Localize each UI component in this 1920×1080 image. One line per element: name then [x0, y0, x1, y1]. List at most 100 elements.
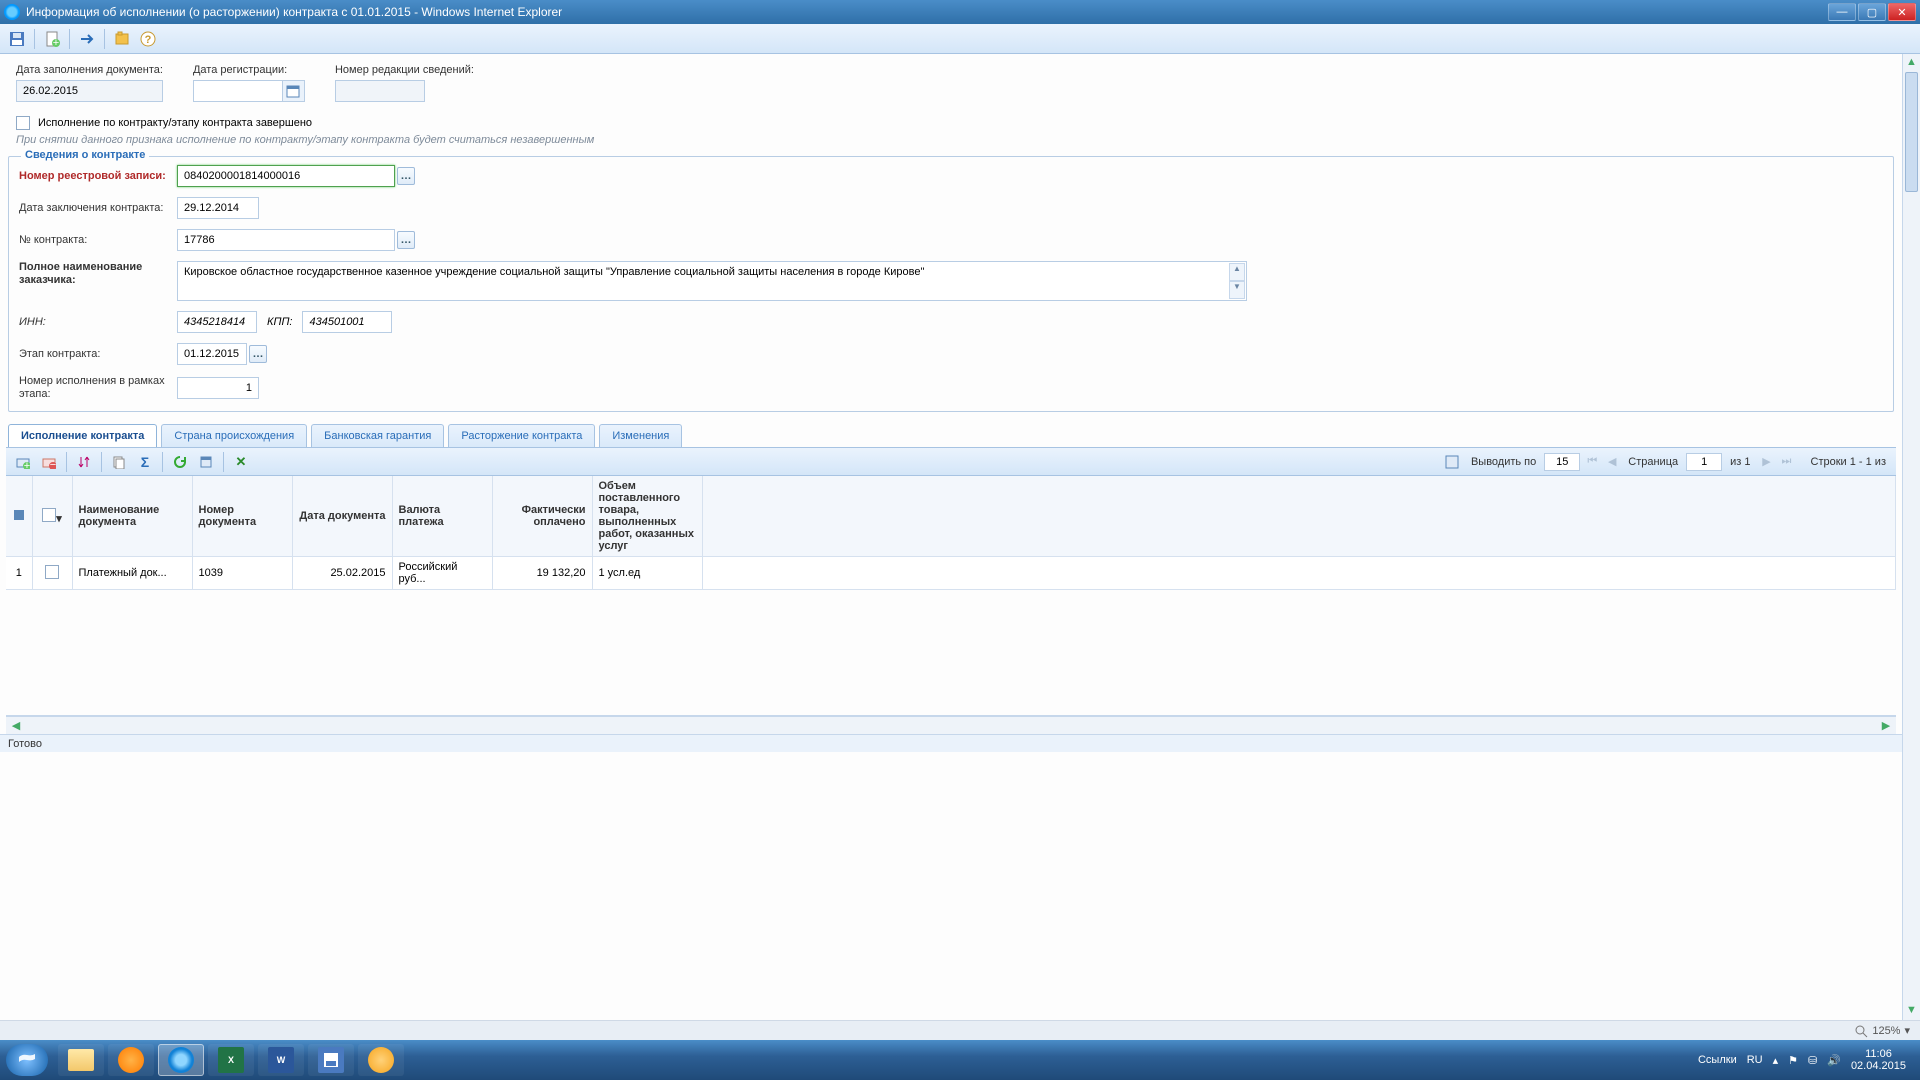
row-docnum: 1039: [192, 557, 292, 590]
attachments-icon[interactable]: [111, 28, 133, 50]
new-doc-icon[interactable]: +: [41, 28, 63, 50]
output-per-page-input[interactable]: [1544, 453, 1580, 471]
reg-num-input[interactable]: [177, 165, 395, 187]
stage-field: 01.12.2015: [177, 343, 247, 365]
stage-lookup-button[interactable]: …: [249, 345, 267, 363]
scroll-up-icon[interactable]: ▲: [1903, 54, 1920, 72]
kpp-input[interactable]: [302, 311, 392, 333]
template-icon[interactable]: [195, 451, 217, 473]
grid-wrapper: ▾ Наименование документа Номер документа…: [6, 476, 1896, 716]
inn-input[interactable]: [177, 311, 257, 333]
copy-icon[interactable]: [108, 451, 130, 473]
row-docdate: 25.02.2015: [292, 557, 392, 590]
grid-header-docdate[interactable]: Дата документа: [292, 476, 392, 557]
zoom-icon: [1854, 1024, 1868, 1038]
sum-icon[interactable]: Σ: [134, 451, 156, 473]
refresh-icon[interactable]: [169, 451, 191, 473]
taskbar-excel[interactable]: X: [208, 1044, 254, 1076]
app-toolbar: + ?: [0, 24, 1920, 54]
excel-export-icon[interactable]: ✕: [230, 451, 252, 473]
scroll-right-icon[interactable]: ▶: [1878, 719, 1894, 732]
settings-icon[interactable]: [1441, 451, 1463, 473]
start-button[interactable]: [6, 1044, 48, 1076]
row-paid: 19 132,20: [492, 557, 592, 590]
close-button[interactable]: ✕: [1888, 3, 1916, 21]
contract-num-input[interactable]: [177, 229, 395, 251]
grid-header-paid[interactable]: Фактически оплачено: [492, 476, 592, 557]
tray-flag-icon[interactable]: ⚑: [1788, 1054, 1798, 1067]
save-icon[interactable]: [6, 28, 28, 50]
taskbar-wmp[interactable]: [108, 1044, 154, 1076]
customer-spin-buttons[interactable]: ▲▼: [1229, 263, 1245, 299]
tray-language[interactable]: RU: [1747, 1054, 1763, 1066]
row-checkbox[interactable]: [32, 557, 72, 590]
contract-date-label: Дата заключения контракта:: [19, 202, 169, 215]
data-grid: ▾ Наименование документа Номер документа…: [6, 476, 1896, 590]
grid-header-volume[interactable]: Объем поставленного товара, выполненных …: [592, 476, 702, 557]
grid-header-docname[interactable]: Наименование документа: [72, 476, 192, 557]
inn-label: ИНН:: [19, 316, 169, 329]
minimize-button[interactable]: —: [1828, 3, 1856, 21]
sort-icon[interactable]: [73, 451, 95, 473]
tray-network-icon[interactable]: ⛁: [1808, 1054, 1817, 1067]
svg-text:?: ?: [145, 34, 152, 46]
add-row-icon[interactable]: +: [12, 451, 34, 473]
forward-icon[interactable]: [76, 28, 98, 50]
help-icon[interactable]: ?: [137, 28, 159, 50]
tab-bank-guarantee[interactable]: Банковская гарантия: [311, 424, 444, 447]
grid-header-docnum[interactable]: Номер документа: [192, 476, 292, 557]
tab-termination[interactable]: Расторжение контракта: [448, 424, 595, 447]
horizontal-scrollbar[interactable]: ◀ ▶: [6, 716, 1896, 734]
first-page-icon[interactable]: ⏮: [1584, 454, 1600, 470]
prev-page-icon[interactable]: ◀: [1604, 454, 1620, 470]
page-input[interactable]: [1686, 453, 1722, 471]
reg-date-field[interactable]: [193, 80, 283, 102]
grid-header-currency[interactable]: Валюта платежа: [392, 476, 492, 557]
content-area: Дата заполнения документа: 26.02.2015 Да…: [0, 54, 1902, 1020]
taskbar-save[interactable]: [308, 1044, 354, 1076]
completed-checkbox[interactable]: [16, 116, 30, 130]
svg-text:+: +: [24, 460, 30, 469]
vertical-scrollbar[interactable]: ▲ ▼: [1902, 54, 1920, 1020]
tray-links[interactable]: Ссылки: [1698, 1054, 1737, 1066]
exec-num-input[interactable]: [177, 377, 259, 399]
fill-date-label: Дата заполнения документа:: [16, 64, 163, 76]
taskbar-word[interactable]: W: [258, 1044, 304, 1076]
tab-origin[interactable]: Страна происхождения: [161, 424, 307, 447]
tray-volume-icon[interactable]: 🔊: [1827, 1054, 1841, 1067]
tab-changes[interactable]: Изменения: [599, 424, 682, 447]
grid-toolbar: + − Σ ✕ Выводить по ⏮ ◀ Страница из 1 ▶ …: [6, 448, 1896, 476]
completed-checkbox-label: Исполнение по контракту/этапу контракта …: [38, 117, 312, 129]
taskbar-explorer[interactable]: [58, 1044, 104, 1076]
calendar-icon[interactable]: [283, 80, 305, 102]
tray-chevron-icon[interactable]: ▴: [1773, 1054, 1779, 1067]
last-page-icon[interactable]: ⏭: [1779, 454, 1795, 470]
contract-num-lookup-button[interactable]: …: [397, 231, 415, 249]
row-volume: 1 усл.ед: [592, 557, 702, 590]
scroll-down-icon[interactable]: ▼: [1903, 1002, 1920, 1020]
page-label: Страница: [1628, 456, 1678, 468]
delete-row-icon[interactable]: −: [38, 451, 60, 473]
svg-text:−: −: [50, 459, 56, 469]
next-page-icon[interactable]: ▶: [1759, 454, 1775, 470]
reg-num-label: Номер реестровой записи:: [19, 170, 169, 183]
contract-fieldset: Сведения о контракте Номер реестровой за…: [8, 156, 1894, 412]
maximize-button[interactable]: ▢: [1858, 3, 1886, 21]
toolbar-separator: [69, 29, 70, 49]
table-row[interactable]: 1 Платежный док... 1039 25.02.2015 Росси…: [6, 557, 1896, 590]
customer-textarea[interactable]: Кировское областное государственное казе…: [177, 261, 1247, 301]
grid-header-menu[interactable]: [6, 476, 32, 557]
tray-clock[interactable]: 11:06 02.04.2015: [1851, 1048, 1906, 1072]
zoom-control[interactable]: 125% ▾: [1854, 1024, 1910, 1038]
grid-header-check[interactable]: ▾: [32, 476, 72, 557]
taskbar-app[interactable]: [358, 1044, 404, 1076]
customer-label: Полное наименование заказчика:: [19, 261, 169, 287]
scroll-thumb[interactable]: [1905, 72, 1918, 192]
reg-num-lookup-button[interactable]: …: [397, 167, 415, 185]
row-docname: Платежный док...: [72, 557, 192, 590]
tab-execution[interactable]: Исполнение контракта: [8, 424, 157, 447]
scroll-left-icon[interactable]: ◀: [8, 719, 24, 732]
toolbar-separator: [34, 29, 35, 49]
reg-date-label: Дата регистрации:: [193, 64, 305, 76]
taskbar-ie[interactable]: [158, 1044, 204, 1076]
